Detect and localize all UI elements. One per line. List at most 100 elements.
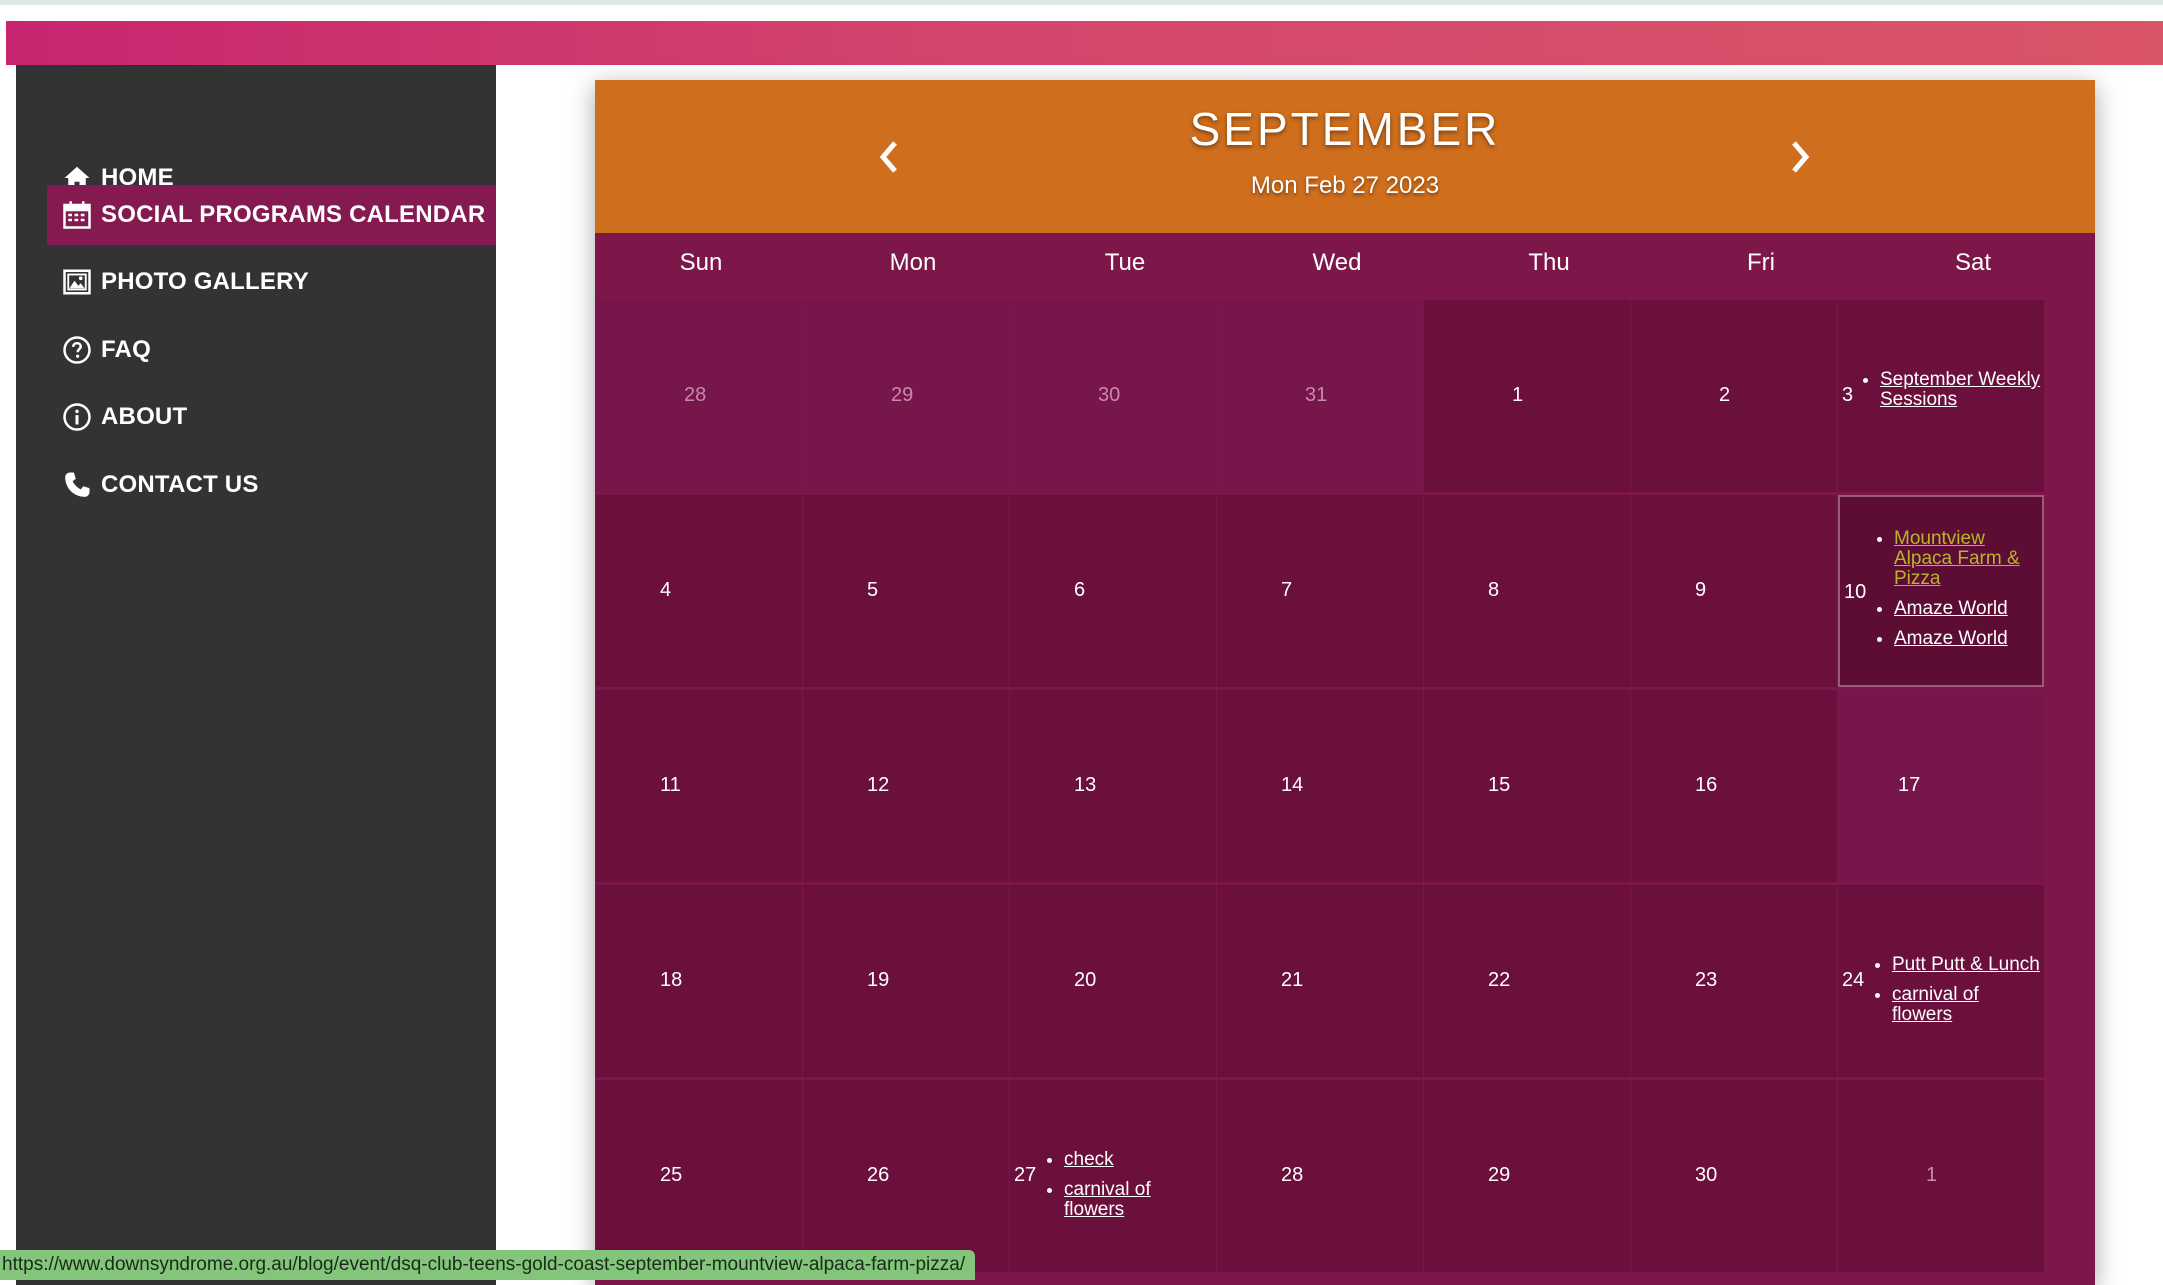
- info-icon: [61, 401, 93, 433]
- calendar-day-cell[interactable]: 12: [803, 690, 1009, 882]
- day-number: 9: [1695, 579, 1707, 601]
- calendar-day-cell[interactable]: 29: [803, 300, 1009, 492]
- calendar-grid: 28293031123September Weekly Sessions4567…: [596, 300, 2045, 1280]
- current-date: Mon Feb 27 2023: [1250, 172, 1440, 199]
- calendar-day-cell[interactable]: 27 check carnival of flowers: [1010, 1080, 1216, 1272]
- event-list: September Weekly Sessions: [1856, 370, 2044, 420]
- calendar-day-cell[interactable]: 7: [1217, 495, 1423, 687]
- calendar-day-cell[interactable]: 3 September Weekly Sessions: [1838, 300, 2044, 492]
- calendar-day-cell[interactable]: 10 Mountview Alpaca Farm & Pizza Amaze Wor…: [1838, 495, 2044, 687]
- weekday-label: Sun: [679, 249, 723, 276]
- day-number: 10: [1844, 581, 1867, 603]
- nav-item-contact-us[interactable]: CONTACT US: [47, 455, 259, 515]
- calendar-day-cell[interactable]: 6: [1010, 495, 1216, 687]
- day-number: 28: [1281, 1164, 1304, 1186]
- calendar-icon: [61, 199, 93, 231]
- event-item: Mountview Alpaca Farm & Pizza: [1894, 529, 2042, 589]
- phone-icon: [61, 469, 93, 501]
- day-number: 5: [867, 579, 879, 601]
- site-header-bar: [6, 21, 2163, 65]
- nav-item-label: ABOUT: [101, 403, 188, 430]
- calendar-day-cell[interactable]: 14: [1217, 690, 1423, 882]
- day-number: 22: [1488, 969, 1511, 991]
- nav-item-social-programs-calendar[interactable]: SOCIAL PROGRAMS CALENDAR: [47, 185, 496, 245]
- weekday-label: Thu: [1528, 249, 1570, 276]
- calendar-day-cell[interactable]: 15: [1424, 690, 1630, 882]
- calendar-day-cell[interactable]: 11: [596, 690, 802, 882]
- calendar-day-cell[interactable]: 9: [1631, 495, 1837, 687]
- nav-item-label: CONTACT US: [101, 471, 259, 498]
- day-number: 30: [1098, 384, 1121, 406]
- nav-item-photo-gallery[interactable]: PHOTO GALLERY: [47, 252, 309, 312]
- nav-item-about[interactable]: ABOUT: [47, 387, 187, 447]
- day-number: 24: [1842, 969, 1865, 991]
- calendar-day-cell[interactable]: 31: [1217, 300, 1423, 492]
- calendar-day-cell[interactable]: 20: [1010, 885, 1216, 1077]
- calendar-day-cell[interactable]: 26: [803, 1080, 1009, 1272]
- event-link[interactable]: Mountview Alpaca Farm & Pizza: [1894, 528, 2020, 589]
- weekday-label: Tue: [1104, 249, 1146, 276]
- weekday-label: Fri: [1747, 249, 1775, 276]
- calendar-day-cell[interactable]: 29: [1424, 1080, 1630, 1272]
- event-link[interactable]: Putt Putt & Lunch: [1892, 954, 2040, 975]
- day-number: 6: [1074, 579, 1086, 601]
- calendar-day-cell[interactable]: 25: [596, 1080, 802, 1272]
- day-number: 3: [1842, 384, 1854, 406]
- event-link[interactable]: September Weekly Sessions: [1880, 369, 2040, 410]
- event-list: check carnival of flowers: [1040, 1150, 1216, 1230]
- event-item: September Weekly Sessions: [1880, 370, 2044, 410]
- calendar-day-cell[interactable]: 30: [1631, 1080, 1837, 1272]
- day-number: 13: [1074, 774, 1097, 796]
- month-title: SEPTEMBER: [1189, 103, 1501, 155]
- event-link[interactable]: Amaze World: [1894, 598, 2008, 619]
- calendar-day-cell[interactable]: 1: [1838, 1080, 2044, 1272]
- calendar-day-cell[interactable]: 1: [1424, 300, 1630, 492]
- calendar-day-cell[interactable]: 17: [1838, 690, 2044, 882]
- calendar-day-cell[interactable]: 8: [1424, 495, 1630, 687]
- weekday-header-row: Sun Mon Tue Wed Thu Fri Sat: [595, 233, 2095, 300]
- day-number: 27: [1014, 1164, 1037, 1186]
- calendar-day-cell[interactable]: 19: [803, 885, 1009, 1077]
- day-number: 18: [660, 969, 683, 991]
- calendar-day-cell[interactable]: 13: [1010, 690, 1216, 882]
- day-number: 30: [1695, 1164, 1718, 1186]
- day-number: 16: [1695, 774, 1718, 796]
- calendar-day-cell[interactable]: 30: [1010, 300, 1216, 492]
- event-link[interactable]: carnival of flowers: [1064, 1179, 1151, 1220]
- calendar-day-cell[interactable]: 16: [1631, 690, 1837, 882]
- day-number: 14: [1281, 774, 1304, 796]
- weekday-label: Sat: [1954, 249, 1992, 276]
- next-month-button[interactable]: [1778, 134, 1824, 180]
- nav-item-faq[interactable]: FAQ: [47, 320, 151, 380]
- event-link[interactable]: carnival of flowers: [1892, 984, 1979, 1025]
- calendar-day-cell[interactable]: 28: [596, 300, 802, 492]
- link-status-bar: https://www.downsyndrome.org.au/blog/eve…: [0, 1250, 976, 1280]
- event-link[interactable]: Amaze World: [1894, 628, 2008, 649]
- calendar-day-cell[interactable]: 22: [1424, 885, 1630, 1077]
- calendar-day-cell[interactable]: 24 Putt Putt & Lunch carnival of flowers: [1838, 885, 2044, 1077]
- day-number: 23: [1695, 969, 1718, 991]
- calendar-day-cell[interactable]: 28: [1217, 1080, 1423, 1272]
- calendar-day-cell[interactable]: 21: [1217, 885, 1423, 1077]
- event-link[interactable]: check: [1064, 1149, 1114, 1170]
- day-number: 21: [1281, 969, 1304, 991]
- weekday-label: Mon: [889, 249, 937, 276]
- calendar-day-cell[interactable]: 23: [1631, 885, 1837, 1077]
- day-number: 7: [1281, 579, 1293, 601]
- day-number: 28: [684, 384, 707, 406]
- sidebar: HOME SOCIAL PROGRAMS CALENDAR PHOTO GALL…: [16, 65, 496, 1285]
- day-number: 2: [1719, 384, 1731, 406]
- calendar-day-cell[interactable]: 4: [596, 495, 802, 687]
- day-number: 25: [660, 1164, 683, 1186]
- weekday-label: Wed: [1312, 249, 1362, 276]
- event-item: Amaze World: [1894, 599, 2042, 619]
- calendar-day-cell[interactable]: 18: [596, 885, 802, 1077]
- event-item: Putt Putt & Lunch: [1892, 955, 2044, 975]
- day-number: 20: [1074, 969, 1097, 991]
- event-list: Putt Putt & Lunch carnival of flowers: [1868, 955, 2044, 1035]
- day-number: 4: [660, 579, 672, 601]
- day-number: 26: [867, 1164, 890, 1186]
- event-item: carnival of flowers: [1892, 985, 2044, 1025]
- calendar-day-cell[interactable]: 5: [803, 495, 1009, 687]
- calendar-day-cell[interactable]: 2: [1631, 300, 1837, 492]
